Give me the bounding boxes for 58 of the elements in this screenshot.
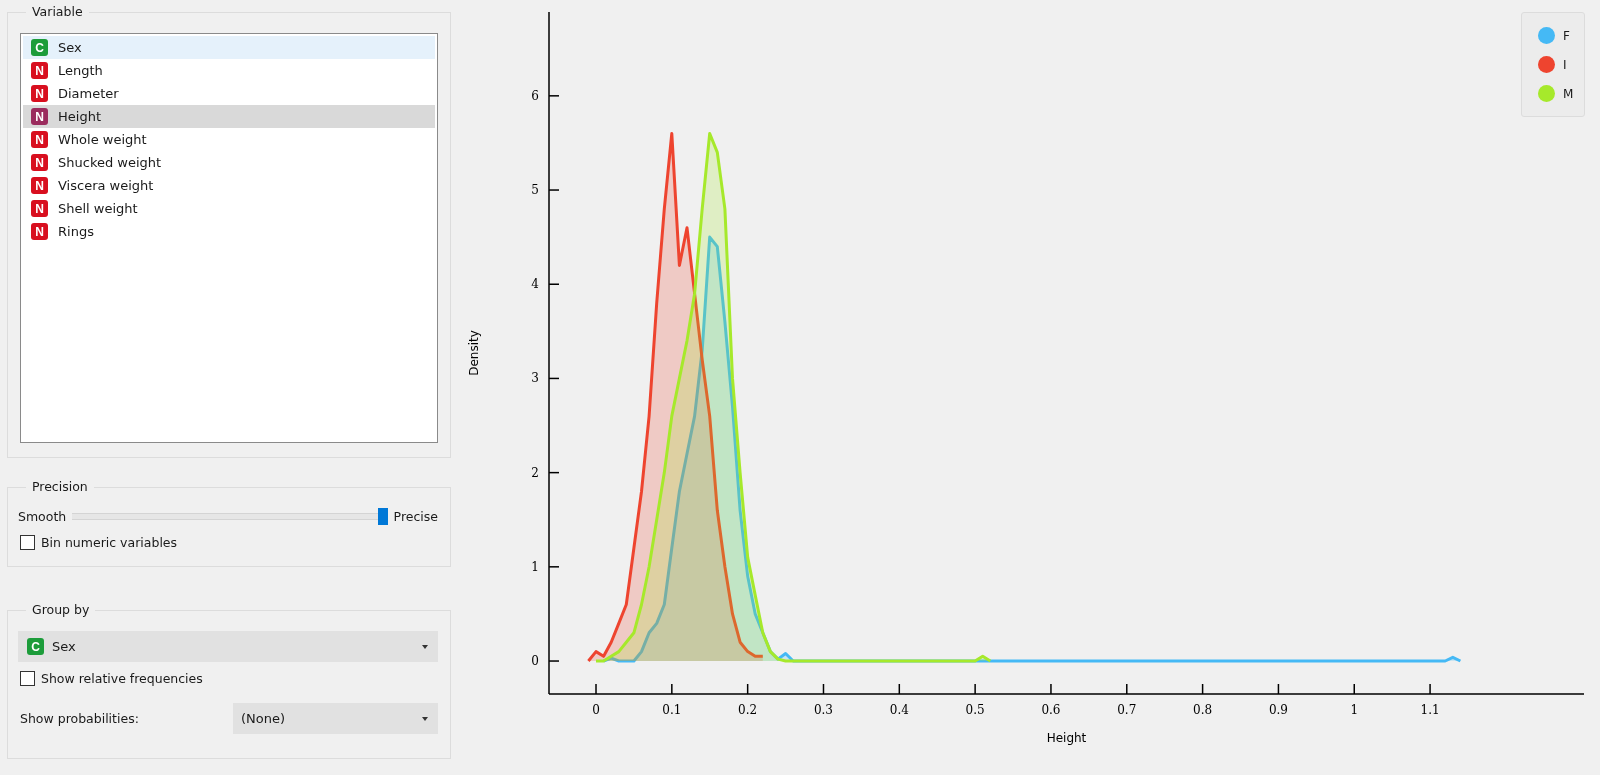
group-by-dropdown[interactable]: C Sex — [18, 631, 438, 662]
x-tick-label: 0.8 — [1193, 703, 1213, 717]
x-tick-label: 0.7 — [1117, 703, 1137, 717]
y-tick-label: 0 — [531, 654, 539, 669]
x-tick-label: 0.9 — [1268, 703, 1288, 717]
type-badge: N — [31, 223, 48, 240]
probabilities-label: Show probabilities: — [20, 711, 140, 726]
checkbox[interactable] — [20, 535, 35, 550]
slider-label: Precise — [393, 509, 438, 524]
type-badge: N — [31, 154, 48, 171]
type-badge: N — [31, 85, 48, 102]
variable-item[interactable]: N Viscera weight — [23, 174, 435, 197]
slider-label: Smooth — [18, 509, 67, 524]
type-badge: C — [27, 638, 44, 655]
x-tick-label: 0.2 — [738, 703, 758, 717]
caret-icon — [422, 644, 428, 649]
y-tick-label: 5 — [531, 183, 539, 198]
probabilities-dropdown[interactable]: (None) — [233, 703, 438, 734]
type-badge: N — [31, 177, 48, 194]
type-badge: N — [31, 108, 48, 125]
checkbox-label[interactable]: Show relative frequencies — [41, 671, 203, 686]
type-badge: C — [31, 39, 48, 56]
y-tick-label: 1 — [531, 559, 539, 574]
group-title: Variable — [26, 4, 89, 19]
group-title: Group by — [26, 602, 96, 617]
x-tick-label: 0.3 — [813, 703, 834, 717]
legend-label: I — [1563, 57, 1567, 72]
type-badge: N — [31, 131, 48, 148]
variable-item[interactable]: N Length — [23, 59, 435, 82]
y-tick-label: 2 — [531, 465, 539, 480]
slider-thumb[interactable] — [377, 508, 388, 525]
variable-item[interactable]: N Height — [23, 105, 435, 128]
variable-item[interactable]: C Sex — [23, 36, 435, 59]
checkbox-label[interactable]: Bin numeric variables — [41, 535, 178, 550]
variable-item[interactable]: N Whole weight — [23, 128, 435, 151]
x-tick-label: 1.1 — [1420, 703, 1440, 717]
variable-item[interactable]: N Diameter — [23, 82, 435, 105]
variable-item[interactable]: N Rings — [23, 220, 435, 243]
y-tick-label: 6 — [531, 88, 539, 103]
legend-label: M — [1563, 86, 1574, 101]
y-axis-title: Density — [467, 330, 481, 376]
variable-item[interactable]: N Shucked weight — [23, 151, 435, 174]
y-tick-label: 3 — [531, 371, 539, 386]
x-tick-label: 0.4 — [889, 703, 909, 717]
checkbox[interactable] — [20, 671, 35, 686]
type-badge: N — [31, 62, 48, 79]
x-tick-label: 0 — [592, 703, 600, 717]
legend-label: F — [1563, 28, 1570, 43]
variable-item[interactable]: N Shell weight — [23, 197, 435, 220]
group-title: Precision — [26, 479, 94, 494]
y-tick-label: 4 — [531, 277, 539, 292]
x-tick-label: 0.1 — [662, 703, 682, 717]
x-axis-title: Height — [1046, 731, 1087, 745]
x-tick-label: 1 — [1350, 703, 1359, 717]
caret-icon — [422, 716, 428, 721]
type-badge: N — [31, 200, 48, 217]
x-tick-label: 0.6 — [1041, 703, 1061, 717]
x-tick-label: 0.5 — [965, 703, 985, 717]
